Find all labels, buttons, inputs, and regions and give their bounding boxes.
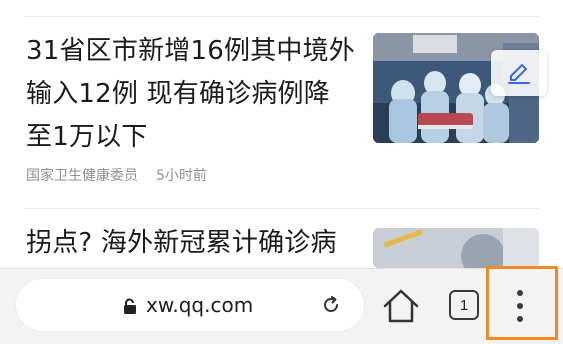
tabs-button[interactable]: 1 — [449, 290, 479, 320]
news-meta: 国家卫生健康委员 5小时前 — [26, 165, 207, 185]
news-headline[interactable]: 拐点? 海外新冠累计确诊病 — [26, 222, 356, 265]
reload-icon[interactable] — [319, 293, 343, 317]
address-bar[interactable]: xw.qq.com — [16, 279, 364, 331]
news-photo — [373, 228, 539, 268]
edit-button[interactable] — [491, 50, 547, 96]
home-icon[interactable] — [382, 288, 420, 324]
news-page: 31省区市新增16例其中境外输入12例 现有确诊病例降至1万以下 国家卫生健康委… — [0, 0, 563, 344]
pencil-icon — [508, 64, 530, 84]
tab-count: 1 — [459, 296, 469, 314]
news-source: 国家卫生健康委员 — [26, 168, 138, 184]
more-vertical-icon[interactable] — [515, 290, 525, 324]
news-item[interactable]: 拐点? 海外新冠累计确诊病 — [0, 208, 563, 268]
news-time: 5小时前 — [156, 168, 207, 184]
lock-icon — [124, 298, 136, 314]
url-text[interactable]: xw.qq.com — [146, 291, 253, 319]
browser-toolbar: xw.qq.com 1 — [0, 266, 563, 344]
news-thumbnail[interactable] — [373, 228, 539, 268]
news-item[interactable]: 31省区市新增16例其中境外输入12例 现有确诊病例降至1万以下 国家卫生健康委… — [0, 0, 563, 200]
news-headline[interactable]: 31省区市新增16例其中境外输入12例 现有确诊病例降至1万以下 — [26, 30, 356, 159]
